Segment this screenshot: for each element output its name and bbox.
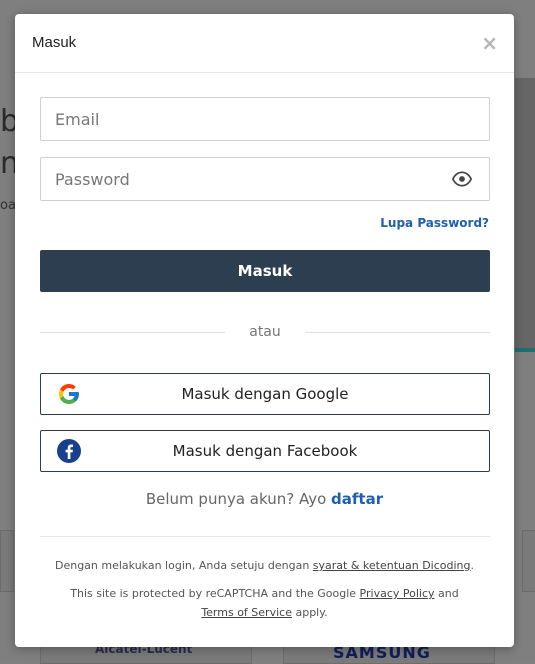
password-input[interactable] [53, 158, 437, 200]
privacy-policy-link[interactable]: Privacy Policy [360, 587, 435, 600]
password-field[interactable] [40, 157, 490, 201]
register-link[interactable]: daftar [331, 490, 383, 508]
background-hero-image [515, 78, 535, 352]
divider-line [305, 332, 490, 333]
terms-notice: Dengan melakukan login, Anda setuju deng… [15, 556, 514, 575]
recaptcha-and: and [438, 587, 459, 600]
google-login-button[interactable]: Masuk dengan Google [40, 373, 490, 415]
google-icon [59, 384, 79, 404]
recaptcha-text: This site is protected by reCAPTCHA and … [70, 587, 357, 600]
modal-title: Masuk [32, 34, 77, 51]
login-submit-button[interactable]: Masuk [40, 250, 490, 292]
close-icon[interactable]: × [481, 33, 498, 53]
background-card [522, 530, 535, 592]
facebook-login-button[interactable]: Masuk dengan Facebook [40, 430, 490, 472]
terms-notice-text: Dengan melakukan login, Anda setuju deng… [54, 559, 310, 572]
facebook-icon [57, 439, 81, 463]
login-modal: Masuk × Lupa Password? Masuk atau Masuk … [15, 14, 514, 647]
recaptcha-notice: This site is protected by reCAPTCHA and … [15, 584, 514, 622]
background-text-fragment: oa [0, 198, 16, 213]
modal-header: Masuk × [15, 14, 514, 73]
google-login-label: Masuk dengan Google [181, 385, 349, 403]
register-prompt: Belum punya akun? Ayo daftar [15, 490, 514, 508]
terms-of-service-link[interactable]: Terms of Service [201, 606, 292, 619]
footer-divider [40, 536, 490, 537]
email-field[interactable] [40, 97, 490, 141]
background-card [0, 530, 14, 592]
recaptcha-suffix: apply. [295, 606, 328, 619]
register-prompt-text: Belum punya akun? Ayo [145, 490, 327, 508]
eye-icon[interactable] [451, 169, 473, 189]
forgot-password-link[interactable]: Lupa Password? [380, 216, 489, 230]
terms-suffix: . [470, 559, 475, 572]
email-input[interactable] [53, 98, 437, 140]
terms-link[interactable]: syarat & ketentuan Dicoding [313, 559, 471, 572]
or-divider: atau [40, 324, 490, 340]
facebook-login-label: Masuk dengan Facebook [172, 442, 358, 460]
